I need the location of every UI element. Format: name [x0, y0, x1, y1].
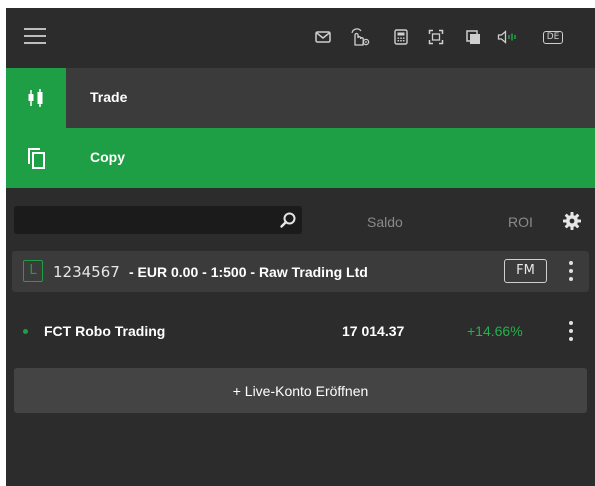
status-dot-icon [23, 329, 28, 334]
strategy-saldo: 17 014.37 [342, 323, 405, 339]
account-row[interactable]: L 1234567 - EUR 0.00 - 1:500 - Raw Tradi… [12, 251, 589, 292]
language-icon[interactable]: DE [539, 28, 567, 46]
nav-item-trade[interactable]: Trade [6, 68, 595, 128]
strategy-name: FCT Robo Trading [44, 323, 166, 339]
language-label: DE [542, 30, 564, 44]
nav-item-label: Trade [90, 89, 128, 105]
gear-icon[interactable] [562, 211, 582, 231]
account-number: 1234567 [53, 263, 120, 281]
app-window: DE Trade Copy Saldo ROI L 1234567 - EUR … [6, 8, 595, 486]
search-box [14, 206, 302, 234]
fm-button[interactable]: FM [504, 259, 547, 283]
fullscreen-icon[interactable] [426, 28, 446, 46]
strategy-roi: +14.66% [467, 323, 523, 339]
copy-icon [6, 128, 66, 188]
column-header-saldo[interactable]: Saldo [367, 214, 403, 230]
strategy-more-icon[interactable] [569, 321, 573, 341]
windows-icon[interactable] [463, 28, 483, 46]
column-header-roi[interactable]: ROI [508, 214, 533, 230]
search-icon[interactable] [279, 211, 297, 229]
mail-icon[interactable] [313, 28, 333, 46]
live-account-badge: L [23, 260, 43, 282]
account-more-icon[interactable] [569, 261, 573, 281]
open-live-account-button[interactable]: + Live-Konto Eröffnen [14, 368, 587, 413]
account-details: - EUR 0.00 - 1:500 - Raw Trading Ltd [129, 264, 368, 280]
nav-item-label: Copy [90, 149, 125, 165]
touch-settings-icon[interactable] [348, 28, 372, 46]
search-input[interactable] [14, 206, 285, 234]
menu-icon[interactable] [24, 28, 46, 45]
sound-icon[interactable] [496, 28, 520, 46]
calculator-icon[interactable] [391, 28, 411, 46]
top-toolbar: DE [6, 8, 595, 68]
candlestick-icon [6, 68, 66, 128]
nav-item-copy[interactable]: Copy [6, 128, 595, 188]
strategy-row[interactable]: FCT Robo Trading 17 014.37 +14.66% [12, 308, 589, 353]
